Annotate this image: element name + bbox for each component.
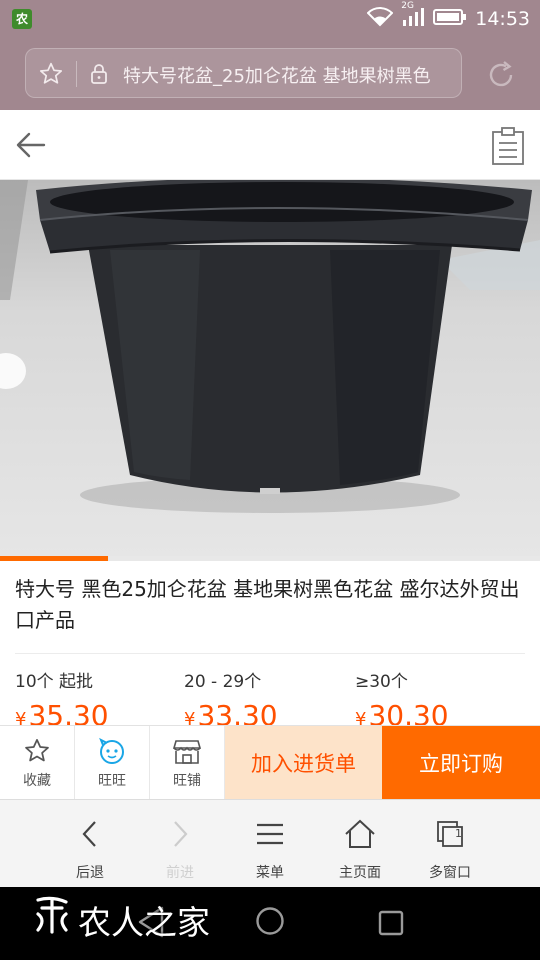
battery-icon bbox=[433, 8, 467, 30]
browser-address-region: 特大号花盆_25加仑花盆 基地果树黑色 bbox=[0, 38, 540, 110]
price-tier: ≥30个 ¥30.30 bbox=[355, 668, 525, 726]
page-title-text[interactable]: 特大号花盆_25加仑花盆 基地果树黑色 bbox=[123, 62, 453, 88]
flower-pot-illustration bbox=[0, 180, 540, 513]
wifi-icon bbox=[366, 7, 394, 31]
address-divider bbox=[76, 61, 77, 87]
currency-symbol: ¥ bbox=[184, 709, 196, 726]
watermark: 农人之家 bbox=[30, 895, 210, 945]
browser-forward-button[interactable]: 前进 bbox=[135, 814, 225, 884]
status-bar: 农 2G 14:53 bbox=[0, 0, 540, 38]
price-tier: 10个 起批 ¥35.30 bbox=[15, 668, 185, 726]
add-to-cart-button[interactable]: 加入进货单 bbox=[225, 726, 382, 800]
browser-forward-label: 前进 bbox=[166, 865, 194, 881]
watermark-text: 农人之家 bbox=[78, 903, 210, 942]
menu-icon bbox=[225, 814, 315, 854]
windows-icon: 1 bbox=[405, 814, 495, 854]
browser-toolbar: 后退 前进 菜单 主页面 1 多窗口 bbox=[0, 799, 540, 887]
purchase-action-bar: 收藏 旺旺 旺铺 加入进货单 立即订购 bbox=[0, 725, 540, 800]
buy-now-button[interactable]: 立即订购 bbox=[382, 726, 540, 800]
browser-windows-label: 多窗口 bbox=[429, 865, 471, 881]
windows-count: 1 bbox=[455, 827, 462, 840]
watermark-logo-icon bbox=[30, 894, 74, 947]
nav-home-icon[interactable] bbox=[255, 906, 285, 940]
app-notification-icon: 农 bbox=[12, 9, 32, 29]
signal-icon: 2G bbox=[401, 1, 425, 31]
lock-icon bbox=[89, 63, 109, 89]
browser-back-button[interactable]: 后退 bbox=[45, 814, 135, 884]
browser-windows-button[interactable]: 1 多窗口 bbox=[405, 814, 495, 884]
network-type: 2G bbox=[401, 1, 414, 11]
price-tiers: 10个 起批 ¥35.30 20 - 29个 ¥33.30 ≥30个 ¥30.3… bbox=[0, 668, 540, 726]
back-arrow-icon[interactable] bbox=[14, 130, 48, 160]
shop-label: 旺铺 bbox=[173, 773, 201, 789]
price-tier: 20 - 29个 ¥33.30 bbox=[184, 668, 354, 726]
product-image[interactable] bbox=[0, 180, 540, 560]
tier-quantity-label: ≥30个 bbox=[355, 672, 408, 692]
tier-quantity-label: 20 - 29个 bbox=[184, 672, 262, 692]
wangwang-icon bbox=[97, 736, 127, 766]
tier-price-value: 35.30 bbox=[28, 699, 109, 726]
image-carousel-progress-fill bbox=[0, 556, 108, 561]
browser-home-label: 主页面 bbox=[339, 865, 381, 881]
star-icon bbox=[23, 736, 51, 766]
divider bbox=[15, 653, 525, 654]
home-icon bbox=[315, 814, 405, 854]
browser-home-button[interactable]: 主页面 bbox=[315, 814, 405, 884]
product-title: 特大号 黑色25加仑花盆 基地果树黑色花盆 盛尔达外贸出口产品 bbox=[15, 577, 520, 632]
wangwang-chat-button[interactable]: 旺旺 bbox=[75, 726, 150, 800]
wangwang-label: 旺旺 bbox=[98, 773, 126, 789]
nav-recent-apps-icon[interactable] bbox=[378, 910, 404, 940]
currency-symbol: ¥ bbox=[15, 709, 27, 726]
browser-back-label: 后退 bbox=[76, 865, 104, 881]
tier-price: ¥33.30 bbox=[184, 696, 354, 726]
chevron-left-icon bbox=[45, 814, 135, 854]
status-indicators: 2G 14:53 bbox=[366, 1, 530, 31]
refresh-icon[interactable] bbox=[484, 58, 518, 96]
currency-symbol: ¥ bbox=[355, 709, 367, 726]
browser-menu-label: 菜单 bbox=[256, 865, 284, 881]
image-carousel-progress bbox=[0, 556, 540, 561]
storefront-icon bbox=[172, 736, 202, 766]
favorite-label: 收藏 bbox=[23, 773, 51, 789]
address-bar[interactable]: 特大号花盆_25加仑花盆 基地果树黑色 bbox=[25, 48, 462, 98]
tier-price: ¥30.30 bbox=[355, 696, 525, 726]
clock: 14:53 bbox=[475, 8, 530, 30]
chevron-right-icon bbox=[135, 814, 225, 854]
clipboard-list-icon[interactable] bbox=[488, 126, 528, 166]
tier-price-value: 30.30 bbox=[368, 699, 449, 726]
browser-menu-button[interactable]: 菜单 bbox=[225, 814, 315, 884]
tier-price-value: 33.30 bbox=[197, 699, 278, 726]
tier-price: ¥35.30 bbox=[15, 696, 185, 726]
tier-quantity-label: 10个 起批 bbox=[15, 672, 94, 692]
shop-button[interactable]: 旺铺 bbox=[150, 726, 225, 800]
favorite-button[interactable]: 收藏 bbox=[0, 726, 75, 800]
page-header bbox=[0, 110, 540, 180]
bookmark-star-icon[interactable] bbox=[38, 61, 64, 91]
